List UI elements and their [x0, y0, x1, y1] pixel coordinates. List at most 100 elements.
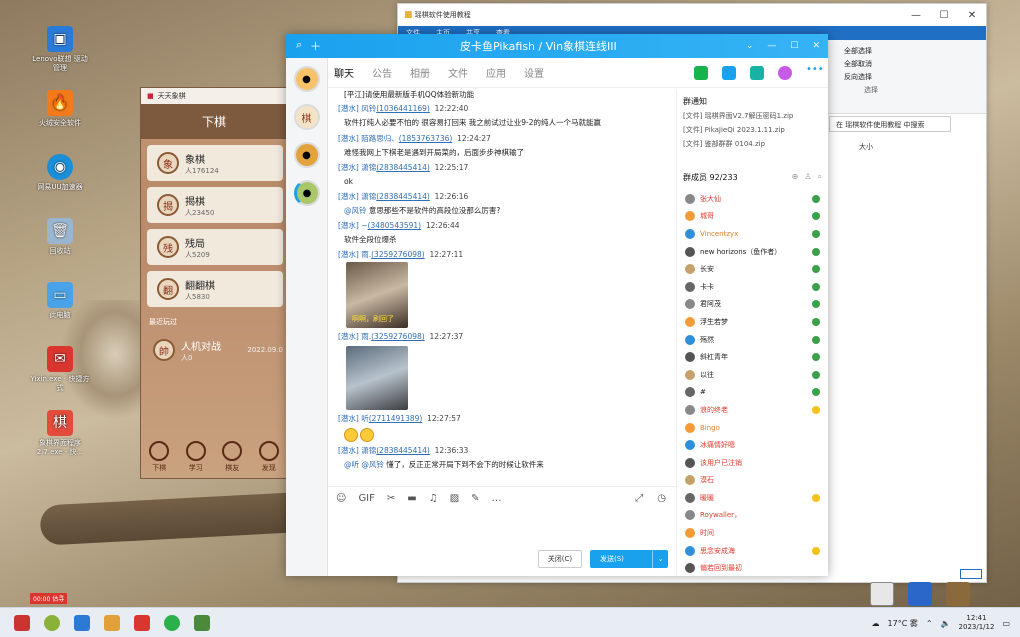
gif-icon[interactable]: GIF — [358, 493, 374, 504]
music-icon[interactable]: ♫ — [429, 493, 438, 504]
input-area[interactable]: ☺ GIF ✂ ▬ ♫ ▨ ✎ … ⤢ ◷ 关闭(C) 发送(S) ⌄ — [328, 486, 676, 576]
maximize-button[interactable]: ☐ — [790, 41, 798, 51]
screen-share-icon[interactable] — [750, 65, 764, 80]
chat-image-dog[interactable]: 啊啊，刷回了 — [346, 262, 408, 328]
tab-apps[interactable]: 应用 — [486, 65, 506, 80]
notification-icon[interactable]: ▭ — [1002, 619, 1010, 628]
expand-icon[interactable]: ⤢ — [635, 493, 643, 504]
user-id-link[interactable]: (1853763736) — [399, 134, 453, 143]
file-item[interactable]: [文件] PikaJieQi 2023.1.11.zip — [677, 121, 828, 135]
member-item[interactable]: 以往 — [677, 366, 828, 384]
member-item[interactable]: 浪的终老 — [677, 401, 828, 419]
emoji-icon[interactable]: ☺ — [336, 493, 346, 504]
desktop-icon-yixin[interactable]: ✉ Yixin.exe - 快捷方式 — [30, 346, 90, 393]
member-item[interactable]: 该用户已注销 — [677, 454, 828, 472]
member-item[interactable]: Bingo — [677, 419, 828, 437]
taskbar-chrome-icon[interactable] — [164, 614, 180, 631]
member-item[interactable]: Roywaller， — [677, 507, 828, 525]
voice-call-icon[interactable] — [694, 65, 708, 80]
nav-discover[interactable]: 发现 — [258, 441, 279, 473]
tray-chevron-icon[interactable]: ⌃ — [926, 619, 933, 628]
add-member-icon[interactable] — [778, 65, 792, 80]
chat-avatar-4-selected[interactable]: ● — [293, 180, 320, 206]
taskbar-app-icon[interactable] — [134, 614, 150, 631]
video-call-icon[interactable] — [722, 65, 736, 80]
nav-friends[interactable]: 棋友 — [222, 441, 243, 473]
view-toggle-button[interactable] — [960, 569, 982, 579]
desktop-icon-uu[interactable]: ◉ 网易UU加速器 — [30, 154, 90, 192]
user-icon[interactable]: ♙ — [804, 172, 811, 183]
chat-avatar-1[interactable]: ● — [293, 66, 320, 92]
game-icon[interactable] — [946, 582, 970, 606]
history-icon[interactable]: ◷ — [657, 493, 666, 504]
desktop-icon-this-pc[interactable]: ▭ 此电脑 — [30, 282, 90, 320]
user-id-link[interactable]: (3259276098) — [371, 250, 425, 259]
close-chat-button[interactable]: 关闭(C) — [538, 550, 582, 568]
member-item[interactable]: 君阿茂 — [677, 296, 828, 314]
maximize-button[interactable]: ☐ — [930, 10, 958, 21]
file-item[interactable]: [文件] 瑶棋界面V2.7解压密码1.zip — [677, 107, 828, 121]
member-item[interactable]: new horizons（鱼作者） — [677, 243, 828, 261]
mode-item-endgame[interactable]: 残 残局 人5209 — [147, 229, 283, 265]
send-button[interactable]: 发送(S) ⌄ — [590, 550, 668, 568]
tab-settings[interactable]: 设置 — [524, 65, 544, 80]
weather-text[interactable]: 17°C 雾 — [888, 618, 918, 629]
asm-icon[interactable] — [870, 582, 894, 606]
scissors-icon[interactable]: ✂ — [387, 493, 395, 504]
select-all-button[interactable]: 全部选择 — [844, 46, 986, 56]
explorer-search-input[interactable]: 在 瑶棋软件使用教程 中搜索 — [829, 116, 951, 132]
recent-item[interactable]: 帥 人机对战 人0 2022.09.0 — [147, 333, 283, 367]
chat-avatar-2[interactable]: 棋 — [293, 104, 320, 130]
chevron-down-icon[interactable]: ⌄ — [652, 550, 668, 568]
minimize-button[interactable]: — — [767, 41, 776, 51]
close-button[interactable]: ✕ — [958, 10, 986, 21]
member-item[interactable]: # — [677, 384, 828, 402]
volume-icon[interactable]: 🔈 — [941, 619, 951, 628]
mode-item-fanfan[interactable]: 翻 翻翻棋 人5830 — [147, 271, 283, 307]
member-item[interactable]: 殇然 — [677, 331, 828, 349]
user-id-link[interactable]: (2838445414) — [376, 192, 430, 201]
member-item[interactable]: 卡卡 — [677, 278, 828, 296]
chat-image-photo[interactable] — [346, 346, 408, 410]
member-item[interactable]: 时间 — [677, 524, 828, 542]
mic-icon[interactable]: ✎ — [471, 493, 479, 504]
user-id-link[interactable]: (1036441169) — [376, 104, 430, 113]
v4-icon[interactable] — [908, 582, 932, 606]
taskbar-app-icon[interactable] — [44, 614, 60, 631]
member-item[interactable]: 张大仙 — [677, 190, 828, 208]
user-id-link[interactable]: (3480543591) — [368, 221, 422, 230]
member-item[interactable]: 漠石 — [677, 472, 828, 490]
member-item[interactable]: 斜杠青年 — [677, 348, 828, 366]
more-icon[interactable]: … — [492, 493, 502, 504]
user-id-link[interactable]: (3259276098) — [371, 332, 425, 341]
desktop-icon-recycle-bin[interactable]: 🗑 回收站 — [30, 218, 90, 256]
pin-icon[interactable]: ⌄ — [746, 41, 754, 51]
member-item[interactable]: 长安 — [677, 260, 828, 278]
user-id-link[interactable]: (2838445414) — [376, 163, 430, 172]
member-item[interactable]: 暖暖 — [677, 489, 828, 507]
taskbar-app-icon[interactable] — [194, 614, 210, 631]
plus-icon[interactable]: ＋ — [310, 38, 321, 54]
invert-selection-button[interactable]: 反向选择 — [844, 72, 986, 82]
minimize-button[interactable]: — — [902, 10, 930, 21]
desktop-icon-lenovo[interactable]: ▣ Lenovo联想 驱动管理 — [30, 26, 90, 73]
tab-album[interactable]: 相册 — [410, 65, 430, 80]
taskbar-app-icon[interactable] — [104, 614, 120, 631]
image-icon[interactable]: ▨ — [450, 493, 459, 504]
user-id-link[interactable]: (2838445414) — [376, 446, 430, 455]
member-item[interactable]: 冰痛情好嗯 — [677, 436, 828, 454]
desktop-icon-huorong[interactable]: 🔥 火绒安全软件 — [30, 90, 90, 128]
tab-files[interactable]: 文件 — [448, 65, 468, 80]
close-button[interactable]: ✕ — [812, 41, 820, 51]
member-item[interactable]: Vincentzyx — [677, 225, 828, 243]
taskbar-app-icon[interactable] — [74, 614, 90, 631]
select-none-button[interactable]: 全部取消 — [844, 59, 986, 69]
chat-avatar-3[interactable]: ● — [293, 142, 320, 168]
file-item[interactable]: [文件] 鉴部群群 0104.zip — [677, 135, 828, 149]
member-item[interactable]: 城哥 — [677, 208, 828, 226]
tab-notice[interactable]: 公告 — [372, 65, 392, 80]
search-icon[interactable]: ⌕ — [818, 172, 822, 183]
tab-chat[interactable]: 聊天 — [334, 65, 354, 80]
member-item[interactable]: 思念安成海 — [677, 542, 828, 560]
desktop-icon-xiangqi[interactable]: 棋 象棋界面程序2.7.exe - 快... — [30, 410, 90, 457]
